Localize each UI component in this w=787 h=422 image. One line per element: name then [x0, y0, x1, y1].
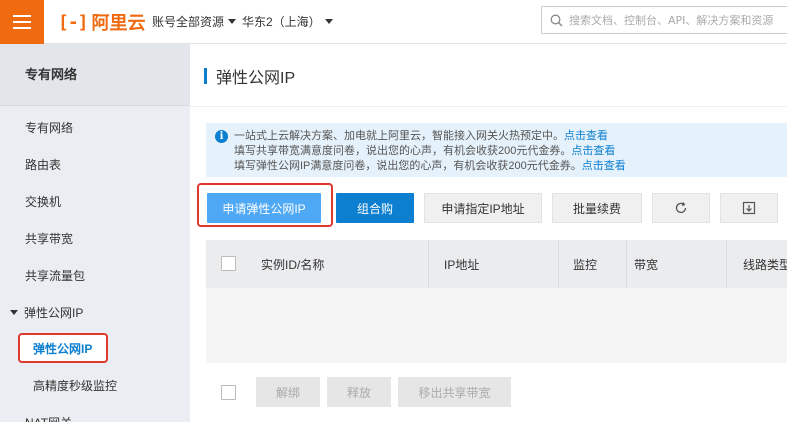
top-bar: [-] 阿里云 账号全部资源 华东2（上海）	[0, 0, 787, 44]
notice-line-2: 填写共享带宽满意度问卷，说出您的心声，有机会收获200元代金券。点击查看	[234, 145, 616, 157]
column-divider	[626, 240, 627, 288]
main-content: 弹性公网IP i 一站式上云解决方案、加电就上阿里云，智能接入网关火热预定中。点…	[190, 44, 787, 422]
chevron-down-icon	[324, 19, 333, 24]
sidebar-item-shared-traffic[interactable]: 共享流量包	[25, 267, 85, 284]
sidebar-item-shared-bandwidth[interactable]: 共享带宽	[25, 230, 73, 247]
column-bandwidth: 带宽	[634, 258, 659, 272]
info-icon: i	[215, 130, 228, 143]
logo-mark-icon: [-]	[58, 11, 88, 33]
notice-banner: i 一站式上云解决方案、加电就上阿里云，智能接入网关火热预定中。点击查看 填写共…	[206, 123, 787, 177]
chevron-down-icon	[228, 19, 237, 24]
column-divider	[726, 240, 727, 288]
unbind-button[interactable]: 解绑	[256, 377, 320, 407]
download-icon	[742, 201, 756, 215]
account-selector[interactable]: 账号全部资源	[152, 13, 237, 30]
page-header: 弹性公网IP	[204, 66, 296, 87]
combo-buy-button[interactable]: 组合购	[336, 193, 414, 223]
sidebar-item-nat[interactable]: NAT网关	[25, 414, 72, 422]
notice-link-3[interactable]: 点击查看	[582, 160, 626, 172]
title-accent	[204, 68, 207, 84]
select-all-checkbox[interactable]	[221, 256, 236, 271]
region-selector[interactable]: 华东2（上海）	[242, 13, 333, 30]
sidebar-item-eip-active[interactable]: 弹性公网IP	[18, 333, 108, 363]
logo[interactable]: [-] 阿里云	[58, 10, 146, 34]
page-title: 弹性公网IP	[216, 70, 296, 87]
notice-line-1: 一站式上云解决方案、加电就上阿里云，智能接入网关火热预定中。点击查看	[234, 130, 608, 142]
sidebar-item-vswitch[interactable]: 交换机	[25, 193, 61, 210]
apply-specific-ip-button[interactable]: 申请指定IP地址	[424, 193, 542, 223]
table-header: 实例ID/名称 IP地址 监控 带宽 线路类型	[206, 240, 787, 288]
batch-renew-button[interactable]: 批量续费	[552, 193, 642, 223]
column-monitor: 监控	[573, 258, 598, 272]
notice-link-2[interactable]: 点击查看	[571, 145, 615, 157]
column-ip-address: IP地址	[444, 258, 480, 272]
column-divider	[558, 240, 559, 288]
table-body-empty	[206, 288, 787, 363]
search-box[interactable]	[541, 6, 787, 34]
sidebar-item-monitoring[interactable]: 高精度秒级监控	[33, 377, 117, 394]
apply-eip-button[interactable]: 申请弹性公网IP	[207, 193, 321, 223]
column-line-type: 线路类型	[743, 258, 787, 272]
column-divider	[428, 240, 429, 288]
refresh-icon	[675, 202, 687, 214]
sidebar: 专有网络 专有网络 路由表 交换机 共享带宽 共享流量包 弹性公网IP 弹性公网…	[0, 44, 190, 422]
sidebar-item-vpc[interactable]: 专有网络	[25, 119, 73, 136]
refresh-button[interactable]	[652, 193, 710, 223]
notice-line-3: 填写弹性公网IP满意度问卷，说出您的心声，有机会收获200元代金券。点击查看	[234, 160, 626, 172]
select-all-bottom-checkbox[interactable]	[221, 385, 236, 400]
sidebar-title: 专有网络	[0, 44, 190, 106]
remove-shared-bandwidth-button[interactable]: 移出共享带宽	[398, 377, 511, 407]
divider	[190, 106, 787, 107]
search-input[interactable]	[569, 13, 779, 27]
sidebar-item-route-table[interactable]: 路由表	[25, 156, 61, 173]
notice-link-1[interactable]: 点击查看	[564, 130, 608, 142]
export-button[interactable]	[720, 193, 778, 223]
brand-name: 阿里云	[91, 13, 146, 33]
sidebar-group-eip[interactable]: 弹性公网IP	[10, 304, 83, 321]
chevron-down-icon	[10, 310, 18, 315]
release-button[interactable]: 释放	[327, 377, 391, 407]
menu-icon[interactable]	[0, 0, 44, 44]
column-instance-id: 实例ID/名称	[261, 258, 325, 272]
search-icon	[550, 14, 563, 26]
